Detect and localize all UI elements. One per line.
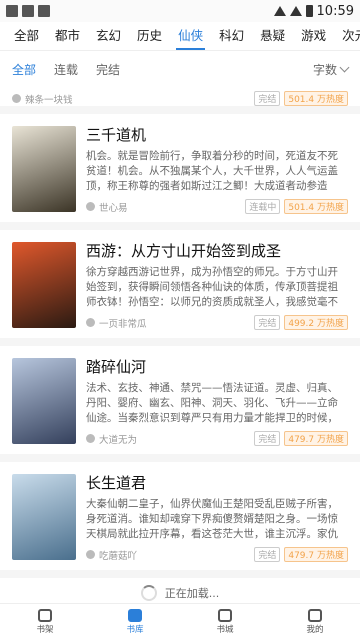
book-meta: 吃蘑菇吖 完结 479.7 万热度 <box>86 547 348 562</box>
book-list: 辣条一块钱 完结 501.4 万热度 三千道机机会。就是冒险前行，争取着分秒的时… <box>0 86 360 604</box>
book-meta: 大道无为 完结 479.7 万热度 <box>86 431 348 446</box>
book-cover[interactable] <box>12 358 76 444</box>
signal-icon <box>289 6 302 16</box>
status-badge: 完结 <box>254 547 281 562</box>
book-cover[interactable] <box>12 474 76 560</box>
book-info: 长生道君大秦仙朝二皇子，仙界伏魔仙王楚阳受乱臣贼子所害，身死道消。谁知却魂穿下界… <box>86 472 348 562</box>
filter-bar: 全部 连载 完结 字数 <box>0 51 360 87</box>
book-title[interactable]: 三千道机 <box>86 124 348 145</box>
filter-completed[interactable]: 完结 <box>96 61 120 78</box>
book-cover[interactable] <box>12 126 76 212</box>
notification-icon <box>22 5 34 17</box>
wifi-icon <box>273 6 286 16</box>
book-title[interactable]: 长生道君 <box>86 472 348 493</box>
nav-icon <box>308 609 322 622</box>
book-desc: 法术、玄技、神通、禁咒——悟法证道。灵虚、归真、丹阳、婴府、幽玄、阳神、洞天、羽… <box>86 382 338 424</box>
book-card[interactable]: 三千道机机会。就是冒险前行，争取着分秒的时间，死道友不死贫道！机会。从不独属某个… <box>0 114 360 222</box>
status-badge: 连载中 <box>245 199 281 214</box>
book-card[interactable]: 踏碎仙河法术、玄技、神通、禁咒——悟法证道。灵虚、归真、丹阳、婴府、幽玄、阳神、… <box>0 346 360 454</box>
sort-dropdown[interactable]: 字数 <box>312 61 350 78</box>
author: 吃蘑菇吖 <box>99 550 138 562</box>
loading-text: 正在加载... <box>164 587 220 600</box>
author: 辣条一块钱 <box>25 94 73 106</box>
nav-label: 我的 <box>306 625 324 635</box>
status-badge: 完结 <box>254 431 281 446</box>
author: 世心易 <box>99 202 128 214</box>
nav-label: 书架 <box>36 625 54 635</box>
status-badge: 完结 <box>254 91 281 106</box>
heat-badge: 501.4 万热度 <box>284 91 348 106</box>
clock: 10:59 <box>316 3 354 19</box>
nav-item[interactable]: 书城 <box>180 604 270 640</box>
bottom-nav: 书架 书库 书城 我的 <box>0 603 360 640</box>
author-icon <box>86 550 95 559</box>
author: 一页非常瓜 <box>99 318 147 330</box>
author-icon <box>86 318 95 327</box>
category-tab[interactable]: 科幻 <box>211 25 252 50</box>
book-info: 踏碎仙河法术、玄技、神通、禁咒——悟法证道。灵虚、归真、丹阳、婴府、幽玄、阳神、… <box>86 356 348 446</box>
category-tabs: 全部都市玄幻历史仙侠科幻悬疑游戏次元文学 <box>0 22 360 51</box>
heat-badge: 499.2 万热度 <box>284 315 348 330</box>
loading-indicator: 正在加载... <box>0 578 360 604</box>
nav-item[interactable]: 书库 <box>90 604 180 640</box>
author-icon <box>86 202 95 211</box>
book-card[interactable]: 西游：从方寸山开始签到成圣徐方穿越西游记世界，成为孙悟空的师兄。于方寸山开始签到… <box>0 230 360 338</box>
book-meta: 世心易 连载中 501.4 万热度 <box>86 199 348 214</box>
book-desc: 大秦仙朝二皇子，仙界伏魔仙王楚阳受乱臣贼子所害，身死道消。谁知却魂穿下界痴傻赘婿… <box>86 498 338 540</box>
book-desc: 机会。就是冒险前行，争取着分秒的时间，死道友不死贫道！机会。从不独属某个人，大千… <box>86 150 338 192</box>
book-cover[interactable] <box>12 242 76 328</box>
battery-icon <box>305 5 313 17</box>
category-tab[interactable]: 仙侠 <box>170 25 211 50</box>
notification-icon <box>38 5 50 17</box>
status-bar: 10:59 <box>0 0 360 22</box>
book-card[interactable]: 长生道君大秦仙朝二皇子，仙界伏魔仙王楚阳受乱臣贼子所害，身死道消。谁知却魂穿下界… <box>0 462 360 570</box>
category-tab[interactable]: 次元 <box>334 25 360 50</box>
filter-all[interactable]: 全部 <box>12 61 36 78</box>
nav-icon <box>128 609 142 622</box>
spinner-icon <box>140 585 157 601</box>
status-badge: 完结 <box>254 315 281 330</box>
category-tab[interactable]: 玄幻 <box>88 25 129 50</box>
category-tab[interactable]: 历史 <box>129 25 170 50</box>
author: 大道无为 <box>99 434 138 446</box>
heat-badge: 479.7 万热度 <box>284 431 348 446</box>
book-desc: 徐方穿越西游记世界，成为孙悟空的师兄。于方寸山开始签到，获得瞬间领悟各种仙诀的体… <box>86 266 338 308</box>
nav-item[interactable]: 我的 <box>270 604 360 640</box>
book-title[interactable]: 西游：从方寸山开始签到成圣 <box>86 240 348 261</box>
book-title[interactable]: 踏碎仙河 <box>86 356 348 377</box>
sort-label: 字数 <box>312 62 337 77</box>
filter-serializing[interactable]: 连载 <box>54 61 78 78</box>
nav-item[interactable]: 书架 <box>0 604 90 640</box>
notification-icon <box>6 5 18 17</box>
nav-label: 书城 <box>216 625 234 635</box>
book-info: 西游：从方寸山开始签到成圣徐方穿越西游记世界，成为孙悟空的师兄。于方寸山开始签到… <box>86 240 348 330</box>
author-icon <box>86 434 95 443</box>
category-tab[interactable]: 全部 <box>6 25 47 50</box>
nav-label: 书库 <box>126 625 144 635</box>
book-info: 三千道机机会。就是冒险前行，争取着分秒的时间，死道友不死贫道！机会。从不独属某个… <box>86 124 348 214</box>
book-meta: 一页非常瓜 完结 499.2 万热度 <box>86 315 348 330</box>
heat-badge: 479.7 万热度 <box>284 547 348 562</box>
book-card-partial[interactable]: 辣条一块钱 完结 501.4 万热度 <box>0 86 360 106</box>
nav-icon <box>218 609 232 622</box>
category-tab[interactable]: 悬疑 <box>252 25 293 50</box>
chevron-down-icon <box>339 62 350 73</box>
author-icon <box>12 94 21 103</box>
heat-badge: 501.4 万热度 <box>284 199 348 214</box>
nav-icon <box>38 609 52 622</box>
category-tab[interactable]: 都市 <box>47 25 88 50</box>
category-tab[interactable]: 游戏 <box>293 25 334 50</box>
